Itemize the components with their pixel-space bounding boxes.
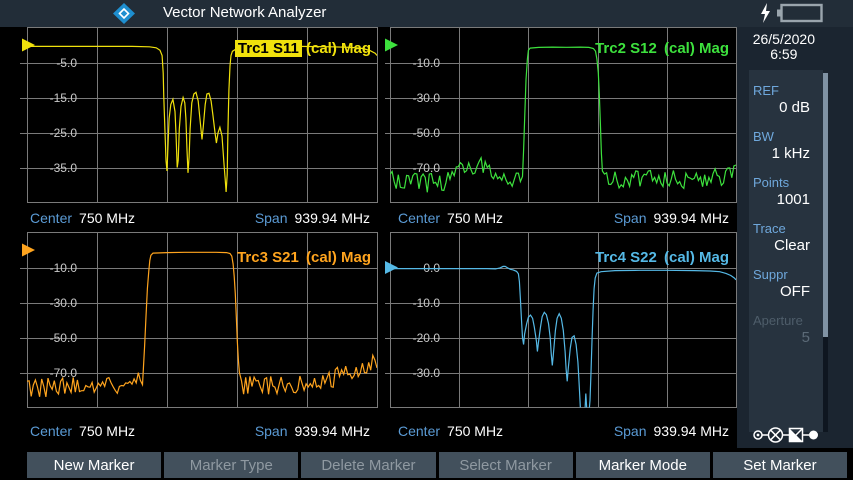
setting-label: Trace: [753, 221, 823, 236]
time-value: 6:59: [753, 47, 815, 62]
span-value: 939.94 MHz: [654, 423, 729, 439]
setting-points[interactable]: Points1001: [749, 162, 823, 208]
svg-text:-30.0: -30.0: [413, 366, 441, 380]
svg-text:-10.0: -10.0: [413, 296, 441, 310]
scrollbar-thumb[interactable]: [823, 73, 828, 337]
span-frequency[interactable]: Span 939.94 MHz: [255, 423, 370, 439]
svg-text:-25.0: -25.0: [50, 126, 78, 140]
center-value: 750 MHz: [79, 210, 135, 226]
trace-label-trc4[interactable]: Trc4 S22 (cal) Mag: [592, 249, 729, 266]
span-value: 939.94 MHz: [295, 423, 370, 439]
datetime-display: 26/5/2020 6:59: [753, 32, 815, 62]
center-frequency[interactable]: Center 750 MHz: [398, 210, 503, 226]
trace-name: Trc3 S21: [234, 249, 302, 266]
date-value: 26/5/2020: [753, 32, 815, 47]
span-label: Span: [255, 210, 288, 226]
setting-aperture: Aperture5: [749, 300, 823, 346]
center-label: Center: [30, 210, 72, 226]
plot-trc1-s11: -5.0 -15.0 -25.0 -35.0 Trc1 S11 (cal) Mag C…: [0, 27, 381, 232]
trace-label-trc1[interactable]: Trc1 S11 (cal) Mag: [235, 40, 371, 57]
span-label: Span: [614, 210, 647, 226]
span-frequency[interactable]: Span 939.94 MHz: [255, 210, 370, 226]
trace-format: (cal) Mag: [660, 249, 729, 266]
span-label: Span: [614, 423, 647, 439]
sweep-info-row: Center 750 MHz Span 939.94 MHz: [385, 414, 737, 448]
svg-text:-20.0: -20.0: [413, 331, 441, 345]
svg-text:-15.0: -15.0: [50, 91, 78, 105]
setting-value: 5: [753, 329, 823, 346]
setting-ref[interactable]: REF0 dB: [749, 70, 823, 116]
menu-item-delete-marker[interactable]: Delete Marker: [301, 452, 435, 478]
span-label: Span: [255, 423, 288, 439]
settings-scrollbar[interactable]: [823, 70, 828, 432]
setting-value: OFF: [753, 283, 823, 300]
trace-format: (cal) Mag: [302, 249, 371, 266]
setting-trace[interactable]: TraceClear: [749, 208, 823, 254]
trace-name: Trc1 S11: [235, 40, 302, 57]
center-label: Center: [30, 423, 72, 439]
menu-item-select-marker[interactable]: Select Marker: [439, 452, 573, 478]
trace-label-trc3[interactable]: Trc3 S21 (cal) Mag: [234, 249, 371, 266]
svg-text:-10.0: -10.0: [413, 56, 441, 70]
setting-label: Suppr: [753, 267, 823, 282]
svg-text:-10.0: -10.0: [50, 261, 78, 275]
trace-name: Trc2 S12: [592, 40, 660, 57]
trace-name: Trc4 S22: [592, 249, 660, 266]
title-bar: Vector Network Analyzer: [0, 0, 853, 27]
app-title: Vector Network Analyzer: [163, 4, 326, 21]
setting-label: BW: [753, 129, 823, 144]
status-icons: [759, 3, 823, 23]
setting-value: 1001: [753, 191, 823, 208]
menu-item-marker-mode[interactable]: Marker Mode: [576, 452, 710, 478]
center-label: Center: [398, 423, 440, 439]
setting-label: REF: [753, 83, 823, 98]
setting-value: 0 dB: [753, 99, 823, 116]
svg-text:-35.0: -35.0: [50, 161, 78, 175]
span-value: 939.94 MHz: [295, 210, 370, 226]
settings-sidebar: 26/5/2020 6:59 REF0 dBBW1 kHzPoints1001T…: [737, 27, 853, 448]
center-value: 750 MHz: [447, 210, 503, 226]
center-frequency[interactable]: Center 750 MHz: [398, 423, 503, 439]
span-value: 939.94 MHz: [654, 210, 729, 226]
plot-trc2-s12: -10.0-30.0-50.0-70.0 Trc2 S12 (cal) Mag …: [385, 27, 737, 232]
plot-trc4-s22: 0.0-10.0-20.0-30.0 Trc4 S22 (cal) Mag Ce…: [385, 232, 737, 448]
rs-logo-icon: [113, 3, 135, 24]
sweep-info-row: Center 750 MHz Span 939.94 MHz: [385, 204, 737, 232]
charging-icon: [759, 3, 772, 23]
trace-format: (cal) Mag: [302, 40, 371, 57]
scrollbar-track: [823, 337, 828, 432]
center-frequency[interactable]: Center 750 MHz: [30, 423, 135, 439]
menu-item-new-marker[interactable]: New Marker: [27, 452, 161, 478]
svg-text:-30.0: -30.0: [50, 296, 78, 310]
svg-text:-70.0: -70.0: [413, 161, 441, 175]
menu-item-set-marker[interactable]: Set Marker: [713, 452, 847, 478]
svg-text:-50.0: -50.0: [413, 126, 441, 140]
center-label: Center: [398, 210, 440, 226]
svg-text:-5.0: -5.0: [56, 56, 77, 70]
svg-text:-50.0: -50.0: [50, 331, 78, 345]
setting-value: 1 kHz: [753, 145, 823, 162]
plot-trc3-s21: -10.0-30.0-50.0-70.0 Trc3 S21 (cal) Mag …: [0, 232, 381, 448]
battery-icon: [776, 3, 823, 23]
setting-suppr[interactable]: SupprOFF: [749, 254, 823, 300]
trace-format: (cal) Mag: [660, 40, 729, 57]
two-port-network-icon: [752, 426, 820, 444]
setting-label: Points: [753, 175, 823, 190]
svg-text:-30.0: -30.0: [413, 91, 441, 105]
center-value: 750 MHz: [447, 423, 503, 439]
center-value: 750 MHz: [79, 423, 135, 439]
sweep-info-row: Center 750 MHz Span 939.94 MHz: [0, 204, 381, 232]
span-frequency[interactable]: Span 939.94 MHz: [614, 210, 729, 226]
trace-label-trc2[interactable]: Trc2 S12 (cal) Mag: [592, 40, 729, 57]
center-frequency[interactable]: Center 750 MHz: [30, 210, 135, 226]
menu-item-marker-type[interactable]: Marker Type: [164, 452, 298, 478]
setting-label: Aperture: [753, 313, 823, 328]
settings-panel: REF0 dBBW1 kHzPoints1001TraceClearSupprO…: [749, 70, 823, 432]
menu-bar: New MarkerMarker TypeDelete MarkerSelect…: [0, 448, 853, 480]
setting-bw[interactable]: BW1 kHz: [749, 116, 823, 162]
setting-value: Clear: [753, 237, 823, 254]
vna-screen: Vector Network Analyzer -5.0 -15.0 -25.0 -3…: [0, 0, 853, 480]
sweep-info-row: Center 750 MHz Span 939.94 MHz: [0, 414, 381, 448]
span-frequency[interactable]: Span 939.94 MHz: [614, 423, 729, 439]
